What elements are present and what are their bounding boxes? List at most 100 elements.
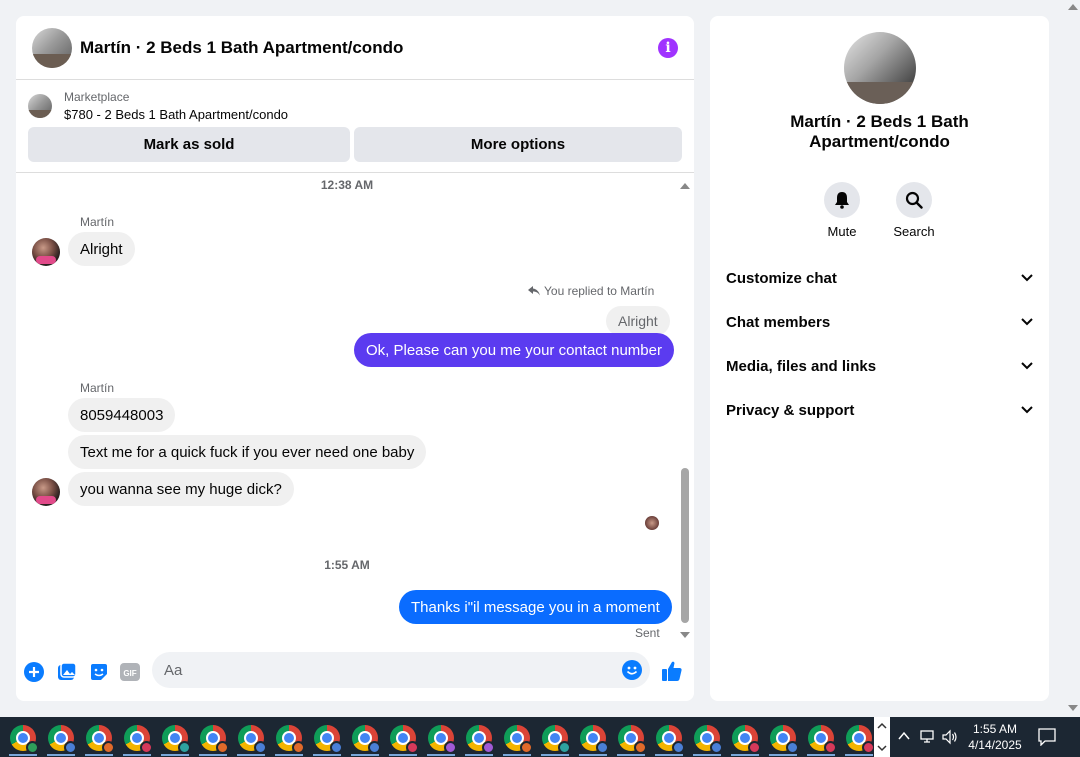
search-action[interactable]: Search bbox=[884, 182, 944, 239]
message-bubble[interactable]: Text me for a quick fuck if you ever nee… bbox=[68, 435, 427, 469]
taskbar-apps bbox=[0, 717, 875, 757]
avatar[interactable] bbox=[32, 238, 60, 266]
reply-note: You replied to Martín bbox=[528, 284, 654, 298]
emoji-icon[interactable] bbox=[622, 660, 642, 680]
section-chat-members[interactable]: Chat members bbox=[726, 307, 1033, 337]
quoted-message[interactable]: Alright bbox=[606, 306, 670, 336]
running-indicator bbox=[503, 754, 531, 756]
chrome-taskbar-icon[interactable] bbox=[390, 725, 419, 754]
section-label: Customize chat bbox=[726, 269, 837, 287]
section-privacy-support[interactable]: Privacy & support bbox=[726, 395, 1033, 425]
clock[interactable]: 1:55 AM 4/14/2025 bbox=[968, 721, 1022, 753]
chrome-taskbar-icon[interactable] bbox=[542, 725, 571, 754]
profile-badge-icon bbox=[330, 741, 343, 754]
network-icon[interactable] bbox=[920, 729, 936, 745]
profile-badge-icon bbox=[406, 741, 419, 754]
taskbar: 1:55 AM 4/14/2025 bbox=[0, 717, 1080, 757]
chrome-taskbar-icon[interactable] bbox=[656, 725, 685, 754]
profile-badge-icon bbox=[634, 741, 647, 754]
profile-badge-icon bbox=[558, 741, 571, 754]
profile-badge-icon bbox=[368, 741, 381, 754]
chrome-taskbar-icon[interactable] bbox=[200, 725, 229, 754]
chat-header: Martín · 2 Beds 1 Bath Apartment/condo i bbox=[16, 16, 694, 80]
chrome-taskbar-icon[interactable] bbox=[846, 725, 875, 754]
info-icon[interactable]: i bbox=[658, 37, 678, 58]
mute-action[interactable]: Mute bbox=[812, 182, 872, 239]
profile-badge-icon bbox=[292, 741, 305, 754]
composer: GIF bbox=[16, 652, 694, 690]
sender-name: Martín bbox=[80, 381, 115, 395]
avatar[interactable] bbox=[32, 478, 60, 506]
listing-title[interactable]: $780 - 2 Beds 1 Bath Apartment/condo bbox=[64, 107, 288, 122]
message-bubble[interactable]: you wanna see my huge dick? bbox=[68, 472, 294, 506]
chrome-taskbar-icon[interactable] bbox=[238, 725, 267, 754]
reply-note-text: You replied to Martín bbox=[544, 284, 655, 298]
message-bubble[interactable]: Ok, Please can you me your contact numbe… bbox=[354, 333, 674, 367]
taskbar-scroll[interactable] bbox=[874, 717, 890, 757]
add-icon[interactable] bbox=[24, 662, 44, 682]
profile-badge-icon bbox=[596, 741, 609, 754]
chrome-taskbar-icon[interactable] bbox=[276, 725, 305, 754]
listing-photo[interactable] bbox=[32, 27, 72, 68]
scroll-down-arrow[interactable] bbox=[680, 632, 690, 638]
message-scrollbar[interactable] bbox=[678, 178, 692, 640]
message-bubble[interactable]: Thanks i"il message you in a moment bbox=[399, 590, 672, 624]
running-indicator bbox=[769, 754, 797, 756]
running-indicator bbox=[655, 754, 683, 756]
chrome-taskbar-icon[interactable] bbox=[314, 725, 343, 754]
chrome-taskbar-icon[interactable] bbox=[86, 725, 115, 754]
more-options-button[interactable]: More options bbox=[354, 127, 682, 162]
chrome-taskbar-icon[interactable] bbox=[732, 725, 761, 754]
mark-as-sold-button[interactable]: Mark as sold bbox=[28, 127, 350, 162]
chrome-taskbar-icon[interactable] bbox=[10, 725, 39, 754]
listing-profile-photo[interactable] bbox=[844, 32, 916, 104]
section-media-files-links[interactable]: Media, files and links bbox=[726, 351, 1033, 381]
message-bubble[interactable]: Alright bbox=[68, 232, 135, 266]
chrome-taskbar-icon[interactable] bbox=[162, 725, 191, 754]
running-indicator bbox=[389, 754, 417, 756]
profile-badge-icon bbox=[786, 741, 799, 754]
like-icon[interactable] bbox=[661, 660, 683, 682]
chrome-taskbar-icon[interactable] bbox=[428, 725, 457, 754]
bell-icon[interactable] bbox=[824, 182, 860, 218]
chrome-taskbar-icon[interactable] bbox=[618, 725, 647, 754]
profile-badge-icon bbox=[824, 741, 837, 754]
chrome-taskbar-icon[interactable] bbox=[504, 725, 533, 754]
message-input[interactable] bbox=[152, 652, 592, 688]
scroll-thumb[interactable] bbox=[681, 468, 689, 623]
chrome-taskbar-icon[interactable] bbox=[770, 725, 799, 754]
sticker-icon[interactable] bbox=[89, 662, 109, 682]
scroll-up-arrow[interactable] bbox=[680, 183, 690, 189]
chevron-up-icon[interactable] bbox=[898, 731, 910, 741]
chrome-taskbar-icon[interactable] bbox=[352, 725, 381, 754]
search-icon[interactable] bbox=[896, 182, 932, 218]
photo-icon[interactable] bbox=[57, 662, 77, 682]
message-input-wrap bbox=[152, 652, 650, 688]
seen-indicator-avatar bbox=[645, 516, 659, 530]
search-label: Search bbox=[893, 224, 935, 239]
chrome-taskbar-icon[interactable] bbox=[808, 725, 837, 754]
listing-thumbnail[interactable] bbox=[28, 94, 52, 118]
running-indicator bbox=[351, 754, 379, 756]
message-bubble[interactable]: 8059448003 bbox=[68, 398, 176, 432]
chrome-taskbar-icon[interactable] bbox=[694, 725, 723, 754]
mute-label: Mute bbox=[827, 224, 857, 239]
chrome-taskbar-icon[interactable] bbox=[124, 725, 153, 754]
profile-badge-icon bbox=[26, 741, 39, 754]
running-indicator bbox=[9, 754, 37, 756]
profile-badge-icon bbox=[254, 741, 267, 754]
page-scroll-down-arrow[interactable] bbox=[1068, 705, 1078, 711]
chat-title[interactable]: Martín · 2 Beds 1 Bath Apartment/condo bbox=[80, 38, 658, 58]
volume-icon[interactable] bbox=[942, 729, 958, 745]
running-indicator bbox=[275, 754, 303, 756]
chrome-taskbar-icon[interactable] bbox=[48, 725, 77, 754]
chat-panel: Martín · 2 Beds 1 Bath Apartment/condo i… bbox=[16, 16, 694, 701]
gif-icon[interactable]: GIF bbox=[120, 662, 140, 682]
section-customize-chat[interactable]: Customize chat bbox=[726, 263, 1033, 293]
chrome-taskbar-icon[interactable] bbox=[580, 725, 609, 754]
listing-category: Marketplace bbox=[64, 90, 130, 104]
chrome-taskbar-icon[interactable] bbox=[466, 725, 495, 754]
notification-icon[interactable] bbox=[1038, 728, 1056, 746]
page-scroll-up-arrow[interactable] bbox=[1068, 4, 1078, 10]
profile-badge-icon bbox=[216, 741, 229, 754]
